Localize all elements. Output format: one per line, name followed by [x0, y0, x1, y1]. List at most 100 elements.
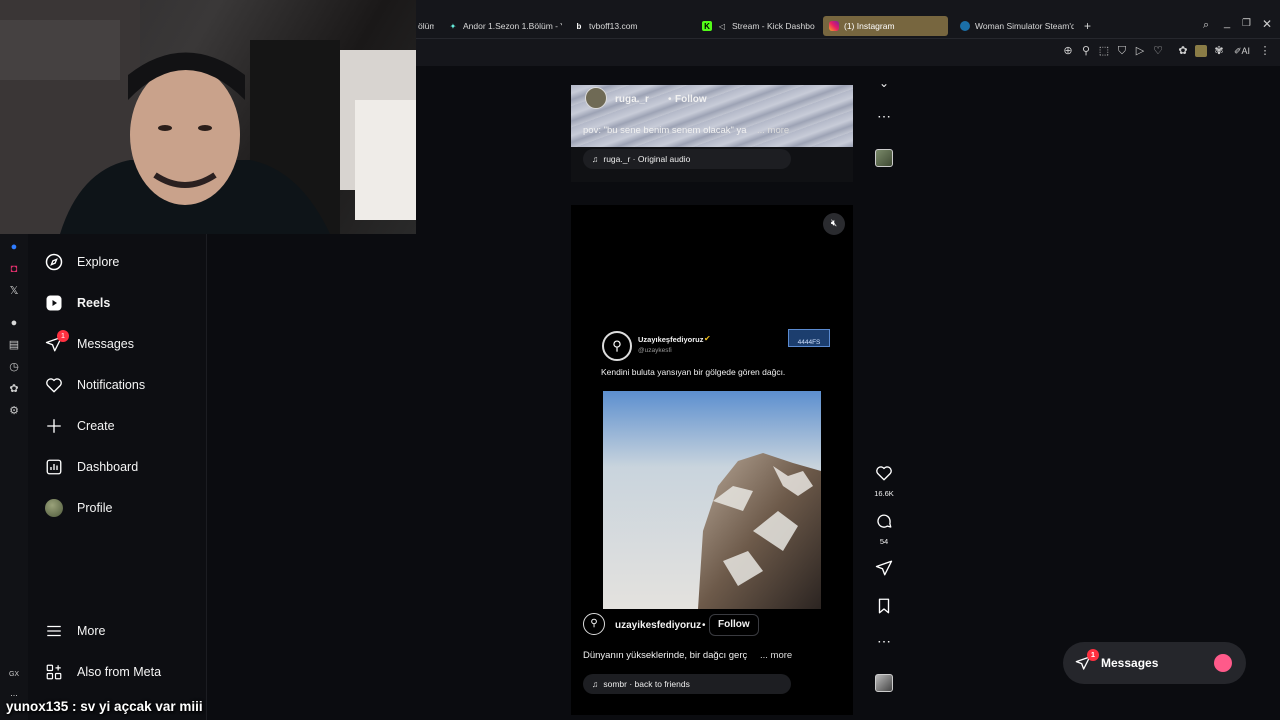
nav-also-from-meta[interactable]: Also from Meta — [44, 658, 214, 686]
nav-create[interactable]: Create — [44, 412, 214, 440]
wallet-icon[interactable]: ▤ — [7, 338, 21, 352]
tab-steam[interactable]: Woman Simulator Steam'd — [954, 16, 1074, 36]
reel-caption: Dünyanın yükseklerinde, bir dağcı gerç — [583, 650, 748, 661]
x-icon[interactable]: 𝕏 — [7, 284, 21, 298]
steam-icon — [960, 21, 970, 31]
chat-username: yunox135 — [6, 699, 69, 714]
webcam-image — [0, 0, 416, 234]
zoom-icon[interactable]: ⊕ — [1062, 45, 1074, 57]
partial-action-icon[interactable]: ⌄ — [868, 76, 900, 90]
spotify-icon[interactable]: ● — [7, 316, 21, 330]
messages-label: Messages — [1101, 656, 1159, 670]
nav-explore[interactable]: Explore — [44, 248, 214, 276]
settings-icon[interactable]: ⚙ — [7, 404, 21, 418]
reel-card[interactable]: 🔇︎ ⚲ Uzayıkeşfediyoruz ✔ @uzaykesfi 4444… — [571, 205, 853, 715]
reel-card[interactable]: ruga._r • Follow pov: "bu sene benim sen… — [571, 85, 853, 182]
nav-profile[interactable]: Profile — [44, 494, 214, 522]
avatar — [44, 498, 64, 518]
tab-instagram[interactable]: (1) Instagram — [823, 16, 948, 36]
instagram-icon — [829, 21, 839, 31]
heart-icon — [876, 466, 892, 481]
mute-icon[interactable]: 🔇︎ — [823, 213, 845, 235]
mountain-photo[interactable] — [603, 391, 821, 609]
search-icon[interactable]: ⌕ — [1203, 19, 1209, 32]
avatar-stack — [1214, 654, 1232, 672]
meta-apps-icon — [44, 662, 64, 682]
instagram-icon[interactable]: ◘ — [7, 262, 21, 276]
messages-icon: 1 — [44, 330, 69, 354]
like-action[interactable]: 16.6K — [868, 464, 900, 498]
extension-icon[interactable]: ✿ — [7, 382, 21, 396]
minimize-icon[interactable]: _ — [1224, 17, 1230, 29]
tweet-name: Uzayıkeşfediyoruz — [638, 335, 704, 344]
tab-label: (1) Instagram — [844, 21, 895, 31]
menu-icon[interactable]: ⋮ — [1259, 45, 1271, 57]
tweet-handle: @uzaykesfi — [638, 347, 672, 354]
share-icon — [875, 560, 893, 576]
follow-button[interactable]: Follow — [709, 614, 759, 636]
shield-icon[interactable]: ⛉ — [1116, 45, 1128, 57]
tab-andor[interactable]: ✦ Andor 1.Sezon 1.Bölüm - Y — [442, 16, 562, 36]
screenshot-icon[interactable]: ⬚ — [1098, 45, 1110, 57]
chat-message: : sv yi açcak var miii — [68, 699, 203, 714]
avatar[interactable] — [585, 87, 607, 109]
tab-label: Woman Simulator Steam'd — [975, 21, 1074, 31]
heart-icon[interactable]: ♡ — [1152, 45, 1164, 57]
nav-label: More — [77, 624, 106, 638]
nav-label: Notifications — [77, 378, 146, 392]
nav-messages[interactable]: 1 Messages — [44, 330, 214, 358]
follow-button[interactable]: Follow — [675, 94, 707, 105]
muted-speaker-icon[interactable]: ◁ — [717, 21, 727, 31]
restore-icon[interactable]: ❐ — [1242, 18, 1251, 29]
more-link[interactable]: ... more — [757, 125, 789, 136]
reel-username[interactable]: uzayikesfediyoruz — [615, 620, 701, 631]
notification-badge: 1 — [57, 330, 69, 342]
share-action[interactable] — [868, 559, 900, 582]
nav-reels[interactable]: Reels — [44, 289, 214, 317]
messenger-icon[interactable]: ● — [7, 240, 21, 254]
b-icon: b — [576, 21, 582, 31]
audio-thumbnail[interactable] — [875, 674, 893, 692]
tab-tvboff[interactable]: b tvboff13.com — [568, 16, 678, 36]
audio-pill[interactable]: ♫ sombr · back to friends — [583, 674, 791, 694]
avatar[interactable]: ⚲ — [583, 613, 605, 635]
hamburger-icon — [44, 621, 64, 641]
nav-label: Profile — [77, 501, 113, 515]
more-options-icon[interactable]: ⋯ — [868, 108, 900, 125]
stream-chat-overlay: yunox135 : sv yi açcak var miii — [0, 694, 416, 720]
nav-label: Messages — [77, 337, 134, 351]
messages-floating-button[interactable]: 1 Messages — [1063, 642, 1246, 684]
extension-icon[interactable]: ✾ — [1213, 45, 1225, 57]
tab-icon: ✦ — [449, 21, 457, 31]
reel-caption: pov: "bu sene benim senem olacak" ya — [583, 125, 747, 136]
ai-button[interactable]: ✐AI — [1231, 45, 1253, 57]
nav-more[interactable]: More — [44, 617, 214, 645]
nav-dashboard[interactable]: Dashboard — [44, 453, 214, 481]
audio-pill[interactable]: ♫ ruga._r · Original audio — [583, 149, 791, 169]
play-icon[interactable]: ▷ — [1134, 45, 1146, 57]
reel-video[interactable] — [571, 85, 853, 147]
nav-label: Create — [77, 419, 115, 433]
pin-icon[interactable]: ⚲ — [1080, 45, 1092, 57]
tab-label: ölüm — [418, 21, 434, 31]
nav-notifications[interactable]: Notifications — [44, 371, 214, 399]
dashboard-icon — [44, 457, 64, 477]
more-options-icon[interactable]: ⋯ — [868, 633, 900, 650]
heart-icon — [44, 375, 64, 395]
nav-label: Explore — [77, 255, 120, 269]
new-tab-button[interactable]: + — [1078, 16, 1096, 36]
audio-thumbnail[interactable] — [875, 149, 893, 167]
browser-sidebar: ● ◘ 𝕏 ● ▤ ◷ ✿ ⚙ GX ... — [0, 234, 28, 720]
comment-action[interactable]: 54 — [868, 512, 900, 546]
extension-icon[interactable]: ✿ — [1177, 45, 1189, 57]
save-action[interactable] — [868, 597, 900, 620]
nav-label: Dashboard — [77, 460, 139, 474]
comment-count: 54 — [879, 537, 889, 546]
tab-kick[interactable]: K ◁ Stream - Kick Dashbo — [696, 16, 816, 36]
clock-icon[interactable]: ◷ — [7, 360, 21, 374]
avatar-icon[interactable] — [1195, 45, 1207, 57]
close-icon[interactable]: ✕ — [1262, 17, 1272, 31]
reel-username[interactable]: ruga._r — [615, 94, 649, 105]
more-link[interactable]: ... more — [760, 650, 792, 661]
audio-label: sombr · back to friends — [603, 679, 690, 689]
